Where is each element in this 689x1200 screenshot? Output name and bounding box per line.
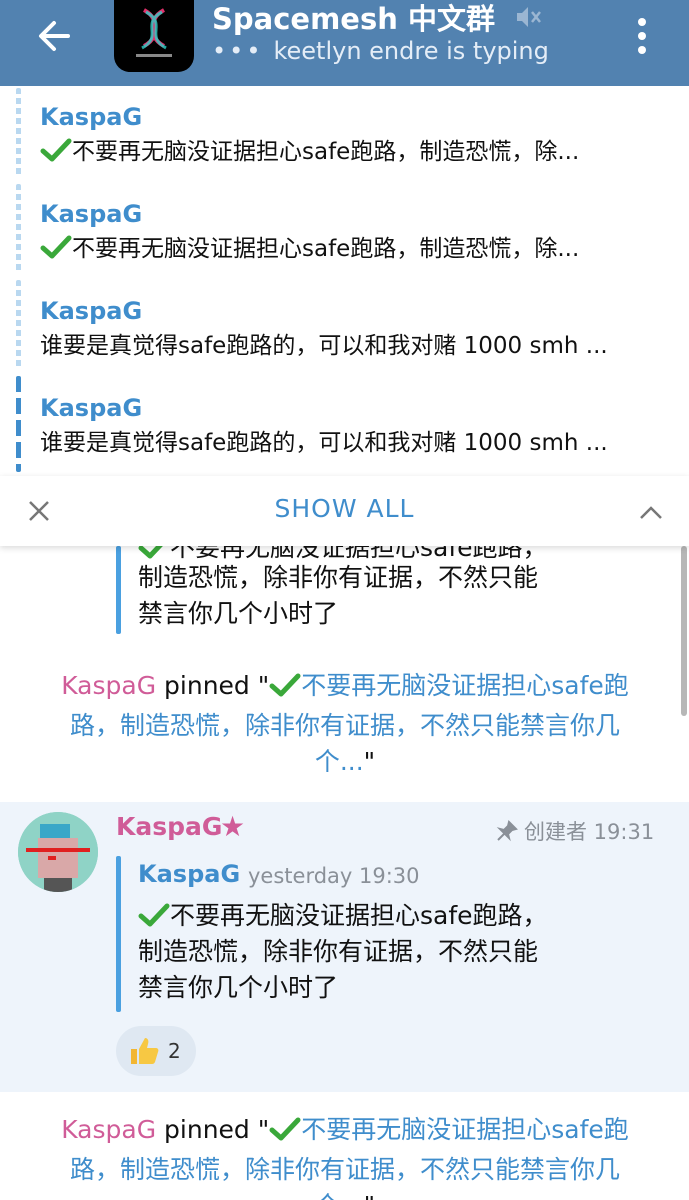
pinned-item[interactable]: KaspaG 不要再无脑没证据担心safe跑路，制造恐慌，除... — [40, 102, 680, 176]
pin-icon — [496, 820, 518, 842]
pinned-preview-text: 谁要是真觉得safe跑路的，可以和我对赌 1000 smh ... — [40, 430, 608, 456]
chat-title[interactable]: Spacemesh 中文群 — [212, 0, 495, 38]
message-line: 禁言你几个小时了 — [138, 599, 339, 628]
admin-star-icon: ★ — [220, 810, 246, 843]
service-quote[interactable]: 不要再无脑没证据担心safe跑 — [301, 671, 629, 700]
message-sender[interactable]: KaspaG — [116, 812, 222, 841]
pinned-service-message[interactable]: KaspaG pinned " 不要再无脑没证据担心safe跑 路，制造恐慌，除非… — [20, 668, 670, 780]
check-mark-icon — [269, 672, 301, 708]
service-quote[interactable]: 不要再无脑没证据担心safe跑 — [301, 1115, 629, 1144]
service-line: KaspaG pinned " 不要再无脑没证据担心safe跑 — [20, 1112, 670, 1152]
message-line: 制造恐慌，除非你有证据，不然只能 — [138, 563, 539, 592]
pinned-service-message[interactable]: KaspaG pinned " 不要再无脑没证据担心safe跑 路，制造恐慌，除非… — [20, 1112, 670, 1200]
scrollbar[interactable] — [681, 546, 687, 716]
pinned-indicator — [16, 184, 21, 274]
pinned-item[interactable]: KaspaG 谁要是真觉得safe跑路的，可以和我对赌 1000 smh ... — [40, 296, 680, 366]
service-quote[interactable]: 路，制造恐慌，除非你有证据，不然只能禁言你几 — [20, 708, 670, 744]
pinned-preview-text: 不要再无脑没证据担心safe跑路，制造恐慌，除... — [72, 139, 580, 165]
pinned-sender: KaspaG — [40, 200, 143, 228]
reply-bar — [116, 856, 121, 1012]
check-mark-icon — [269, 1116, 301, 1152]
pinned-preview-text: 谁要是真觉得safe跑路的，可以和我对赌 1000 smh ... — [40, 333, 608, 359]
chevron-up-icon — [640, 506, 662, 519]
kebab-menu-icon — [638, 18, 646, 54]
service-line: KaspaG pinned " 不要再无脑没证据担心safe跑 — [20, 668, 670, 708]
pinned-messages-list: KaspaG 不要再无脑没证据担心safe跑路，制造恐慌，除... KaspaG… — [0, 86, 689, 476]
service-action: pinned " — [156, 671, 270, 700]
typing-status: ••• keetlyn endre is typing — [212, 37, 549, 65]
service-action: pinned " — [156, 1115, 270, 1144]
service-quote-end: " — [364, 1191, 376, 1200]
pinned-preview: 不要再无脑没证据担心safe跑路，制造恐慌，除... — [40, 132, 670, 176]
pinned-item[interactable]: KaspaG 不要再无脑没证据担心safe跑路，制造恐慌，除... — [40, 199, 680, 273]
message-row[interactable]: KaspaG ★ 创建者 19:31 KaspaG yesterday 19:3… — [0, 802, 689, 1092]
chat-header: Spacemesh 中文群 ••• keetlyn endre is typing — [0, 0, 689, 86]
message-text: 不要再无脑没证据担心safe跑路， — [138, 898, 548, 938]
typing-status-text: keetlyn endre is typing — [273, 37, 549, 65]
reaction-count: 2 — [168, 1039, 181, 1063]
avatar[interactable] — [18, 812, 98, 892]
dna-logo-icon — [136, 8, 172, 57]
service-quote[interactable]: 路，制造恐慌，除非你有证据，不然只能禁言你几 — [20, 1152, 670, 1188]
thumbs-up-icon — [131, 1038, 159, 1064]
back-button[interactable] — [28, 10, 84, 60]
service-quote-end: " — [363, 747, 376, 776]
pinned-item[interactable]: KaspaG 谁要是真觉得safe跑路的，可以和我对赌 1000 smh ... — [40, 393, 680, 463]
service-sender[interactable]: KaspaG — [61, 1115, 156, 1144]
pinned-preview-text: 不要再无脑没证据担心safe跑路，制造恐慌，除... — [72, 236, 580, 262]
chat-title-text: Spacemesh 中文群 — [212, 2, 495, 36]
pinned-indicator-active — [16, 376, 21, 472]
reply-sender[interactable]: KaspaG — [138, 860, 240, 888]
pinned-indicator — [16, 280, 21, 370]
collapse-pinned-button[interactable] — [636, 498, 666, 528]
pinned-sender: KaspaG — [40, 297, 143, 325]
service-sender[interactable]: KaspaG — [61, 671, 156, 700]
message-meta: 创建者 19:31 — [496, 816, 654, 846]
check-mark-icon — [40, 233, 72, 273]
check-mark-icon — [138, 902, 170, 938]
pinned-preview: 不要再无脑没证据担心safe跑路，制造恐慌，除... — [40, 229, 670, 273]
message-line: 禁言你几个小时了 — [138, 973, 339, 1002]
pinned-sender: KaspaG — [40, 394, 143, 422]
quote-bar — [116, 546, 121, 634]
pinned-show-all-bar: SHOW ALL — [0, 476, 689, 546]
service-line: 个..." — [20, 744, 670, 780]
service-line: 个..." — [20, 1188, 670, 1200]
muted-icon — [512, 2, 542, 36]
pinned-indicator — [16, 88, 21, 178]
reply-time: yesterday 19:30 — [248, 864, 420, 888]
message-line: 不要再无脑没证据担心safe跑路， — [170, 901, 548, 930]
reaction-chip[interactable]: 2 — [116, 1026, 196, 1076]
service-quote[interactable]: 个... — [315, 747, 364, 776]
chat-history[interactable]: 不要再无脑没证据担心safe跑路， 制造恐慌，除非你有证据，不然只能 禁言你几个… — [0, 546, 689, 1200]
message-line: 制造恐慌，除非你有证据，不然只能 — [138, 937, 539, 966]
back-arrow-icon — [39, 21, 70, 51]
more-menu-button[interactable] — [622, 14, 662, 58]
role-and-time: 创建者 19:31 — [524, 820, 655, 844]
pinned-sender: KaspaG — [40, 103, 143, 131]
service-quote[interactable]: 个... — [315, 1191, 364, 1200]
check-mark-icon — [40, 136, 72, 176]
typing-dots-icon: ••• — [212, 37, 264, 65]
group-avatar[interactable] — [114, 0, 194, 72]
show-all-button[interactable]: SHOW ALL — [0, 494, 689, 523]
